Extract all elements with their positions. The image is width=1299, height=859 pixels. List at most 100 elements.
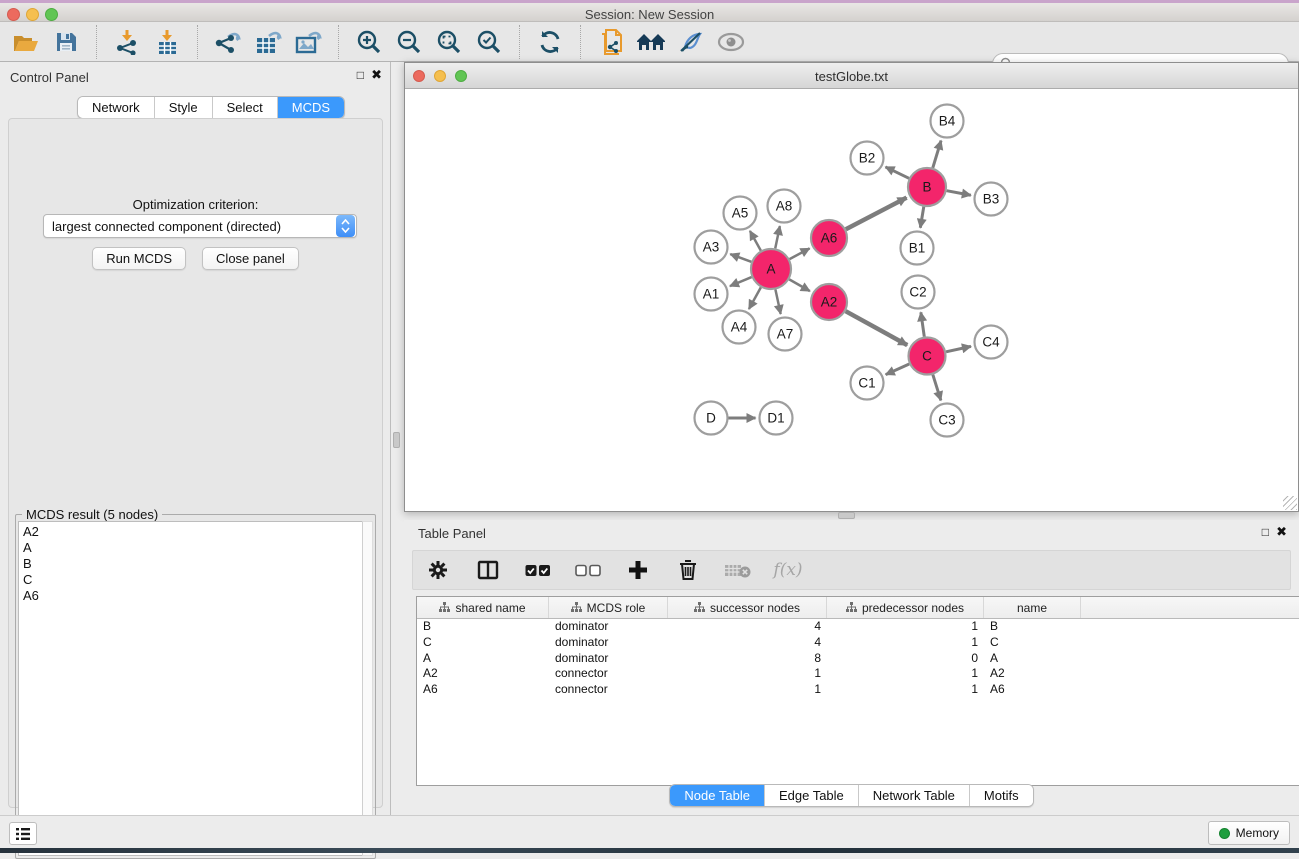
import-table-button[interactable] — [147, 25, 187, 59]
edge-A-A1[interactable] — [730, 277, 752, 286]
edge-C-C2[interactable] — [921, 312, 924, 336]
mcds-result-item[interactable]: A2 — [23, 524, 362, 540]
network-window-titlebar[interactable]: testGlobe.txt — [405, 63, 1298, 89]
cell-shared-name[interactable]: C — [417, 635, 549, 651]
edge-B-B2[interactable] — [885, 167, 909, 178]
vertical-split-divider-handle[interactable] — [393, 432, 400, 448]
tab-style[interactable]: Style — [155, 97, 213, 118]
task-history-button[interactable] — [9, 822, 37, 845]
edge-C-C3[interactable] — [933, 375, 941, 401]
refresh-button[interactable] — [530, 25, 570, 59]
mcds-result-scrollbar[interactable] — [362, 521, 373, 856]
cell-successor-nodes[interactable]: 1 — [668, 666, 827, 682]
mcds-result-list[interactable]: A2ABCA6 — [18, 521, 363, 856]
edge-A-A2[interactable] — [789, 279, 810, 291]
cell-predecessor-nodes[interactable]: 1 — [827, 666, 984, 682]
edge-C-C4[interactable] — [946, 346, 971, 351]
delete-column-button[interactable] — [675, 557, 701, 583]
run-mcds-button[interactable]: Run MCDS — [92, 247, 186, 270]
criterion-dropdown[interactable]: largest connected component (directed) — [43, 214, 357, 238]
table-row[interactable]: Cdominator41C — [417, 635, 1299, 651]
window-resize-grip[interactable] — [1283, 496, 1297, 510]
select-all-rows-button[interactable] — [525, 557, 551, 583]
cell-name[interactable]: C — [984, 635, 1081, 651]
edge-B-B4[interactable] — [933, 141, 941, 168]
tab-edge-table[interactable]: Edge Table — [765, 785, 859, 806]
edge-A-A5[interactable] — [750, 231, 761, 251]
zoom-fit-button[interactable] — [429, 25, 469, 59]
cell-MCDS-role[interactable]: dominator — [549, 651, 668, 667]
table-panel-close-button[interactable]: ✖ — [1276, 525, 1287, 539]
tab-node-table[interactable]: Node Table — [670, 785, 765, 806]
table-settings-gear-button[interactable] — [425, 557, 451, 583]
mcds-result-item[interactable]: B — [23, 556, 362, 572]
table-row[interactable]: Adominator80A — [417, 651, 1299, 667]
edge-C-C1[interactable] — [886, 364, 910, 375]
deselect-all-rows-button[interactable] — [575, 557, 601, 583]
edge-A-A4[interactable] — [749, 287, 761, 309]
apply-function-button[interactable]: f(x) — [775, 557, 801, 583]
mcds-result-item[interactable]: A6 — [23, 588, 362, 604]
add-column-button[interactable] — [625, 557, 651, 583]
cell-successor-nodes[interactable]: 4 — [668, 619, 827, 635]
edge-B-B3[interactable] — [947, 191, 971, 196]
cell-name[interactable]: A2 — [984, 666, 1081, 682]
edge-A6-B[interactable] — [846, 198, 907, 230]
cell-predecessor-nodes[interactable]: 1 — [827, 619, 984, 635]
zoom-in-button[interactable] — [349, 25, 389, 59]
tab-network[interactable]: Network — [78, 97, 155, 118]
cell-name[interactable]: B — [984, 619, 1081, 635]
export-network-button[interactable] — [208, 25, 248, 59]
edge-A2-C[interactable] — [846, 311, 908, 345]
cell-shared-name[interactable]: A2 — [417, 666, 549, 682]
table-panel-float-button[interactable]: □ — [1262, 525, 1269, 539]
mcds-result-item[interactable]: A — [23, 540, 362, 556]
cell-name[interactable]: A — [984, 651, 1081, 667]
column-header-name[interactable]: name — [984, 597, 1081, 618]
memory-button[interactable]: Memory — [1208, 821, 1290, 845]
edge-A-A8[interactable] — [775, 226, 780, 248]
import-network-button[interactable] — [107, 25, 147, 59]
edge-A-A6[interactable] — [790, 248, 810, 259]
cell-predecessor-nodes[interactable]: 0 — [827, 651, 984, 667]
zoom-out-button[interactable] — [389, 25, 429, 59]
export-image-button[interactable] — [288, 25, 328, 59]
home-view-button[interactable] — [631, 25, 671, 59]
cell-MCDS-role[interactable]: dominator — [549, 619, 668, 635]
edge-A-A7[interactable] — [775, 290, 780, 314]
cell-MCDS-role[interactable]: dominator — [549, 635, 668, 651]
new-session-from-network-button[interactable] — [591, 25, 631, 59]
cell-shared-name[interactable]: B — [417, 619, 549, 635]
column-header-successor-nodes[interactable]: successor nodes — [668, 597, 827, 618]
cell-shared-name[interactable]: A6 — [417, 682, 549, 698]
edge-B-B1[interactable] — [920, 207, 923, 228]
hide-graphics-details-button[interactable] — [671, 25, 711, 59]
column-header-shared-name[interactable]: shared name — [417, 597, 549, 618]
table-row[interactable]: A2connector11A2 — [417, 666, 1299, 682]
delete-table-button[interactable] — [725, 557, 751, 583]
cell-MCDS-role[interactable]: connector — [549, 682, 668, 698]
cell-successor-nodes[interactable]: 1 — [668, 682, 827, 698]
tab-mcds[interactable]: MCDS — [278, 97, 344, 118]
table-row[interactable]: A6connector11A6 — [417, 682, 1299, 698]
open-file-button[interactable] — [6, 25, 46, 59]
cell-MCDS-role[interactable]: connector — [549, 666, 668, 682]
control-panel-float-button[interactable]: □ — [357, 68, 364, 82]
column-header-predecessor-nodes[interactable]: predecessor nodes — [827, 597, 984, 618]
cell-predecessor-nodes[interactable]: 1 — [827, 682, 984, 698]
zoom-selected-button[interactable] — [469, 25, 509, 59]
horizontal-split-divider-handle[interactable] — [838, 512, 855, 519]
close-panel-button[interactable]: Close panel — [202, 247, 299, 270]
mcds-result-item[interactable]: C — [23, 572, 362, 588]
edge-A-A3[interactable] — [730, 254, 751, 262]
cell-successor-nodes[interactable]: 4 — [668, 635, 827, 651]
show-graphics-details-button[interactable] — [711, 25, 751, 59]
cell-predecessor-nodes[interactable]: 1 — [827, 635, 984, 651]
cell-shared-name[interactable]: A — [417, 651, 549, 667]
column-header-MCDS-role[interactable]: MCDS role — [549, 597, 668, 618]
control-panel-close-button[interactable]: ✖ — [371, 68, 382, 82]
cell-successor-nodes[interactable]: 8 — [668, 651, 827, 667]
table-row[interactable]: Bdominator41B — [417, 619, 1299, 635]
split-table-view-button[interactable] — [475, 557, 501, 583]
tab-select[interactable]: Select — [213, 97, 278, 118]
